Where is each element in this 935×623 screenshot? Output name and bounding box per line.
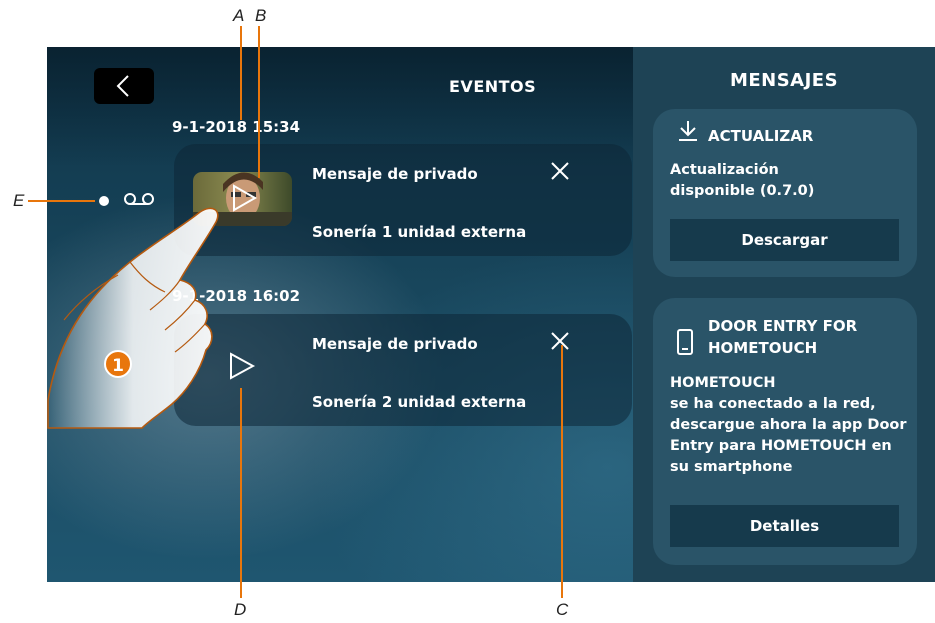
callout-a: A [233,6,245,25]
callout-c: C [556,600,569,619]
callout-b: B [255,6,267,25]
callout-d: D [234,600,247,619]
callout-e: E [13,191,25,210]
callout-leader-lines [28,26,563,598]
